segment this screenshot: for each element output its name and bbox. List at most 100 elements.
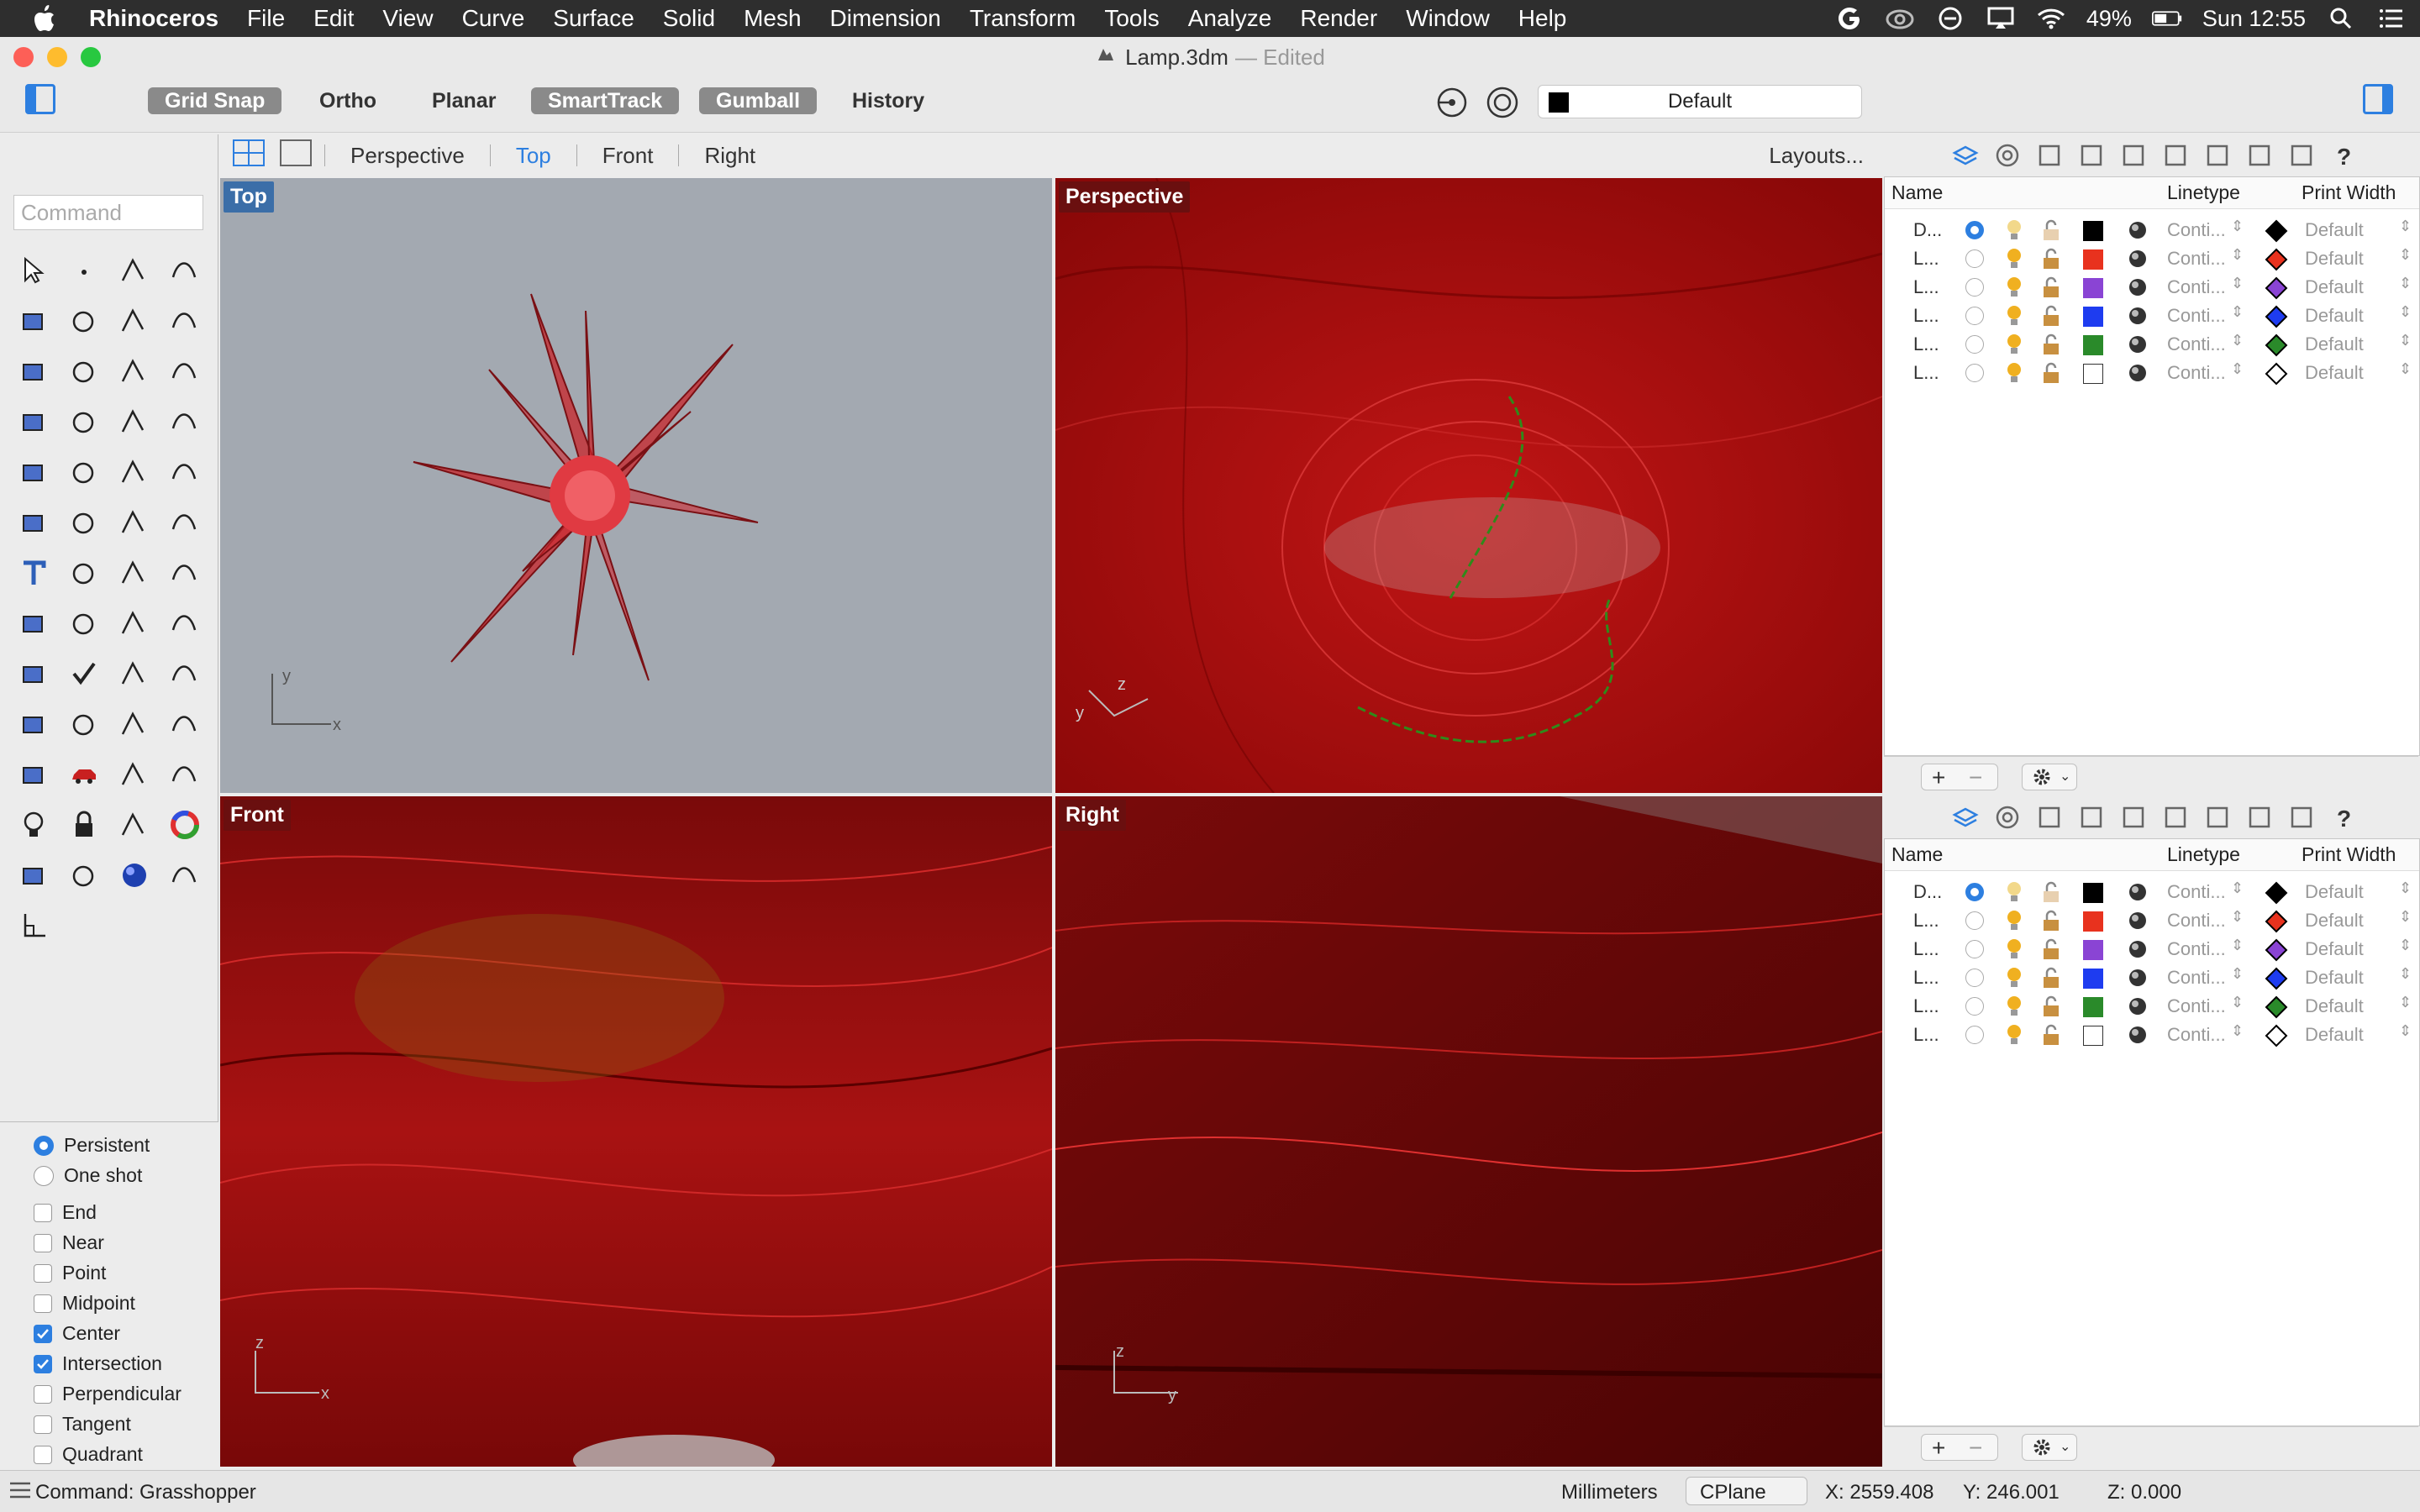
layer-print-width[interactable]: Default xyxy=(2305,276,2364,298)
notes-tab-icon[interactable] xyxy=(2203,141,2232,170)
print-width-stepper-icon[interactable]: ⇕ xyxy=(2399,332,2412,349)
layer-print-width[interactable]: Default xyxy=(2305,362,2364,384)
smarttrack-toggle[interactable]: SmartTrack xyxy=(531,87,680,114)
named-view-icon[interactable] xyxy=(160,749,210,800)
layer-material-sphere-icon[interactable] xyxy=(2127,938,2149,965)
grid-icon[interactable] xyxy=(109,749,160,800)
print-color-diamond-icon[interactable] xyxy=(2265,362,2288,391)
viewport-top-label[interactable]: Top xyxy=(224,181,274,213)
zoom-window-button[interactable] xyxy=(81,47,101,67)
layer-lock-icon[interactable] xyxy=(2039,965,2063,995)
grid-array-icon[interactable] xyxy=(109,598,160,648)
one-shot-option[interactable]: One shot xyxy=(34,1164,142,1187)
layer-options-dropdown[interactable]: ⌄ xyxy=(2022,1434,2077,1461)
tab-top[interactable]: Top xyxy=(491,143,577,168)
layer-lock-icon[interactable] xyxy=(2039,218,2063,248)
layer-name[interactable]: L... xyxy=(1913,967,1939,989)
print-width-stepper-icon[interactable]: ⇕ xyxy=(2399,303,2412,321)
right-sidebar-toggle-icon[interactable] xyxy=(2363,84,2393,114)
four-view-layout-icon[interactable] xyxy=(232,139,266,173)
layer-print-width[interactable]: Default xyxy=(2305,881,2364,903)
osnap-near[interactable]: Near xyxy=(34,1231,104,1254)
menu-view[interactable]: View xyxy=(368,5,447,32)
menu-app[interactable]: Rhinoceros xyxy=(71,5,233,32)
cylinder-solid-icon[interactable] xyxy=(109,396,160,447)
help-tab-icon[interactable]: ? xyxy=(2329,803,2358,832)
layer-visibility-bulb-icon[interactable] xyxy=(2002,303,2026,333)
linetype-stepper-icon[interactable]: ⇕ xyxy=(2231,303,2244,321)
solid-tab-icon[interactable] xyxy=(2077,803,2106,832)
print-width-stepper-icon[interactable]: ⇕ xyxy=(2399,908,2412,926)
viewport-front-label[interactable]: Front xyxy=(224,800,291,831)
properties-tab-icon[interactable] xyxy=(1993,803,2022,832)
linetype-stepper-icon[interactable]: ⇕ xyxy=(2231,246,2244,264)
current-layer-radio[interactable] xyxy=(1965,1026,1984,1044)
layer-row[interactable]: L... Conti... ⇕ Default ⇕ xyxy=(1885,302,2419,330)
layer-name[interactable]: L... xyxy=(1913,910,1939,932)
print-width-column-header[interactable]: Print Width xyxy=(2302,843,2396,866)
text-icon[interactable] xyxy=(8,548,59,598)
curve-offset-icon[interactable] xyxy=(160,497,210,548)
screen-tab-icon[interactable] xyxy=(2287,803,2316,832)
layer-visibility-bulb-icon[interactable] xyxy=(2002,332,2026,362)
layer-visibility-bulb-icon[interactable] xyxy=(2002,908,2026,938)
layer-visibility-bulb-icon[interactable] xyxy=(2002,994,2026,1024)
camera-tab-icon[interactable] xyxy=(2119,141,2148,170)
cplane-icon[interactable] xyxy=(8,900,59,951)
array-icon[interactable] xyxy=(59,497,109,548)
select-arrow-icon[interactable] xyxy=(8,245,59,296)
menu-render[interactable]: Render xyxy=(1286,5,1392,32)
osnap-midpoint-checkbox[interactable] xyxy=(34,1294,52,1313)
camera-tab-icon[interactable] xyxy=(2119,803,2148,832)
current-layer-radio[interactable] xyxy=(1965,997,1984,1016)
creative-cloud-icon[interactable] xyxy=(1885,3,1915,34)
layer-print-width[interactable]: Default xyxy=(2305,938,2364,960)
layer-name[interactable]: L... xyxy=(1913,938,1939,960)
layer-material-sphere-icon[interactable] xyxy=(2127,333,2149,360)
layer-print-width[interactable]: Default xyxy=(2305,995,2364,1017)
print-color-diamond-icon[interactable] xyxy=(2265,219,2288,248)
linetype-stepper-icon[interactable]: ⇕ xyxy=(2231,965,2244,983)
command-input[interactable]: Command xyxy=(13,195,203,230)
menu-edit[interactable]: Edit xyxy=(299,5,368,32)
layer-row[interactable]: L... Conti... ⇕ Default ⇕ xyxy=(1885,1021,2419,1049)
layer-print-width[interactable]: Default xyxy=(2305,967,2364,989)
extrude-solid-icon[interactable] xyxy=(8,598,59,648)
clock[interactable]: Sun 12:55 xyxy=(2202,6,2306,32)
layer-linetype[interactable]: Conti... xyxy=(2167,910,2226,932)
tab-perspective[interactable]: Perspective xyxy=(324,143,491,168)
layer-lock-icon[interactable] xyxy=(2039,908,2063,938)
check-icon[interactable] xyxy=(59,648,109,699)
layer-visibility-bulb-icon[interactable] xyxy=(2002,965,2026,995)
layer-visibility-bulb-icon[interactable] xyxy=(2002,1022,2026,1053)
command-history[interactable]: Command: Grasshopper xyxy=(35,1481,256,1504)
command-history-icon[interactable] xyxy=(8,1479,32,1507)
tab-front[interactable]: Front xyxy=(577,143,680,168)
print-color-diamond-icon[interactable] xyxy=(2265,305,2288,333)
display-tab-icon[interactable] xyxy=(2161,141,2190,170)
properties-tab-icon[interactable] xyxy=(1993,141,2022,170)
layer-lock-icon[interactable] xyxy=(2039,303,2063,333)
surface-edit-icon[interactable] xyxy=(160,346,210,396)
target-icon[interactable] xyxy=(1486,86,1519,123)
layer-row[interactable]: L... Conti... ⇕ Default ⇕ xyxy=(1885,244,2419,273)
layer-linetype[interactable]: Conti... xyxy=(2167,219,2226,241)
osnap-tangent[interactable]: Tangent xyxy=(34,1413,131,1436)
viewport-perspective-label[interactable]: Perspective xyxy=(1059,181,1191,213)
extrude-icon[interactable] xyxy=(59,447,109,497)
viewport-right[interactable]: y z Right xyxy=(1055,796,1882,1467)
osnap-center[interactable]: Center xyxy=(34,1322,120,1345)
osnap-midpoint[interactable]: Midpoint xyxy=(34,1292,135,1315)
car-icon[interactable] xyxy=(59,749,109,800)
layer-row[interactable]: D... Conti... ⇕ Default ⇕ xyxy=(1885,216,2419,244)
layer-print-width[interactable]: Default xyxy=(2305,305,2364,327)
layer-linetype[interactable]: Conti... xyxy=(2167,362,2226,384)
dimension-icon[interactable] xyxy=(59,598,109,648)
osnap-center-checkbox[interactable] xyxy=(34,1324,52,1343)
layer-color-swatch[interactable] xyxy=(2083,307,2103,327)
apple-menu-icon[interactable] xyxy=(22,0,71,37)
viewport-right-label[interactable]: Right xyxy=(1059,800,1126,831)
linetype-stepper-icon[interactable]: ⇕ xyxy=(2231,332,2244,349)
layer-color-swatch[interactable] xyxy=(2083,911,2103,932)
planar-toggle[interactable]: Planar xyxy=(415,87,513,114)
